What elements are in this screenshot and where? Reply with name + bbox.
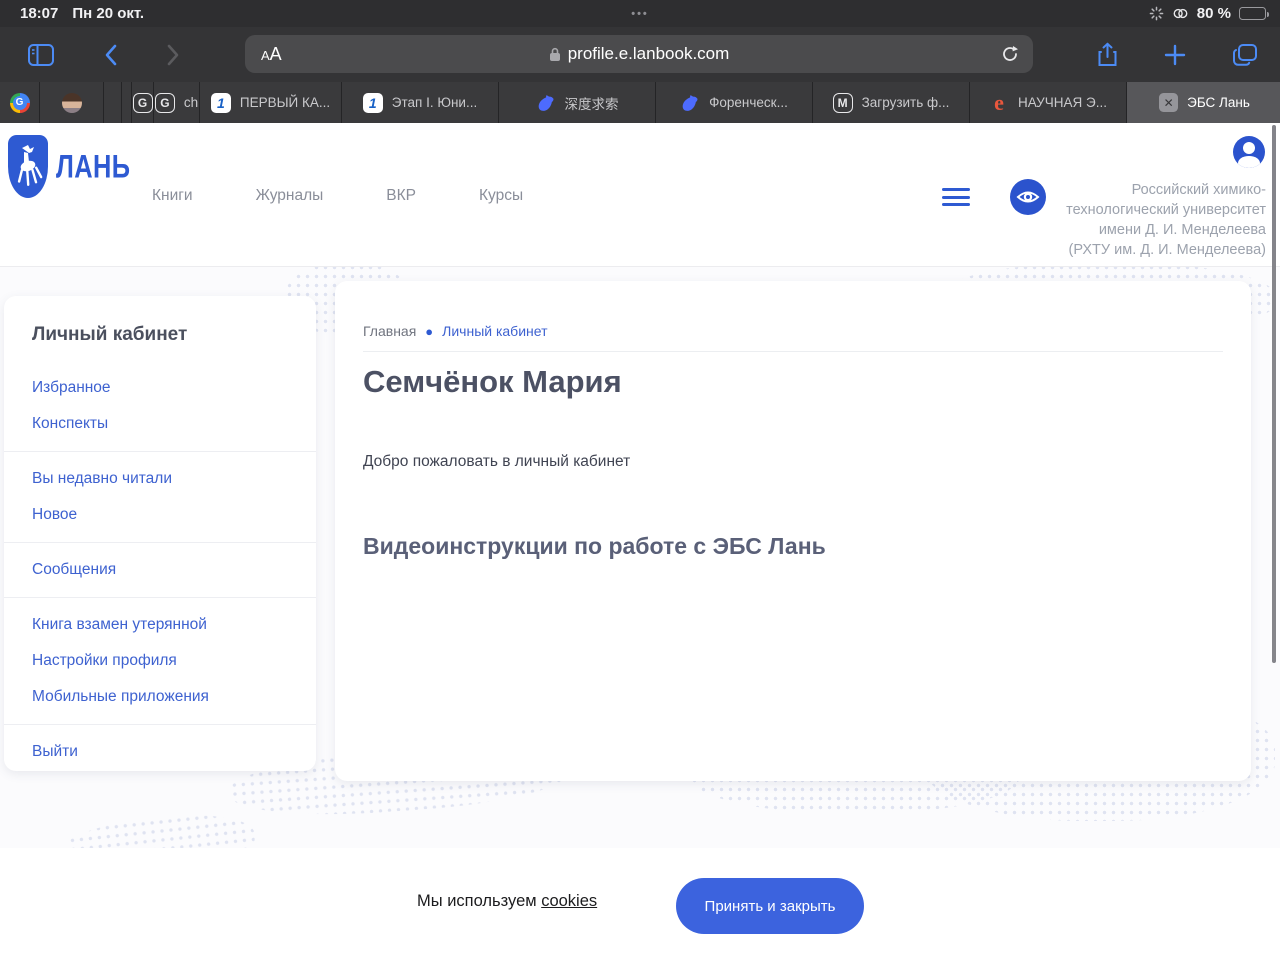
sidebar-item-favorites[interactable]: Избранное: [4, 370, 316, 406]
battery-percent: 80 %: [1196, 5, 1231, 22]
tab-ebs-lan-active[interactable]: ✕ ЭБС Лань: [1127, 82, 1280, 123]
forward-button[interactable]: [156, 38, 190, 72]
sidebar-toggle-icon[interactable]: [24, 38, 58, 72]
toolbar-right: [1097, 42, 1258, 68]
sidebar-item-mobile-apps[interactable]: Мобильные приложения: [4, 679, 316, 715]
deer-shield-icon: [8, 135, 48, 198]
page-scrollbar[interactable]: [1272, 125, 1276, 663]
m-app-favicon-icon: M: [832, 92, 853, 113]
nav-journals[interactable]: Журналы: [256, 187, 324, 205]
web-page: ЛАНЬ Книги Журналы ВКР Курсы Российский …: [0, 123, 1280, 960]
tab-deepseek[interactable]: 深度求索: [499, 82, 656, 123]
lock-icon: [549, 47, 561, 62]
nav-courses[interactable]: Курсы: [479, 187, 523, 205]
whale-favicon-icon: [680, 93, 700, 113]
tab-chat[interactable]: G ch: [154, 82, 200, 123]
nav-vkr[interactable]: ВКР: [386, 187, 416, 205]
accessibility-eye-button[interactable]: [1010, 179, 1046, 215]
breadcrumb-current[interactable]: Личный кабинет: [442, 323, 547, 339]
new-tab-plus-icon[interactable]: [1164, 44, 1186, 66]
divider: [4, 451, 316, 452]
divider: [4, 724, 316, 725]
divider: [4, 597, 316, 598]
accept-cookies-button[interactable]: Принять и закрыть: [676, 878, 864, 934]
welcome-text: Добро пожаловать в личный кабинет: [363, 453, 631, 470]
elibrary-favicon-icon: e: [994, 89, 1004, 115]
ipad-screen: 18:07 Пн 20 окт. ••• 80 % А А profile.e.…: [0, 0, 1280, 960]
sidebar-item-recently-read[interactable]: Вы недавно читали: [4, 461, 316, 497]
sidebar-item-notes[interactable]: Конспекты: [4, 406, 316, 442]
sidebar-item-messages[interactable]: Сообщения: [4, 552, 316, 588]
sidebar-title: Личный кабинет: [32, 324, 188, 345]
logo-wordmark: ЛАНЬ: [56, 147, 131, 185]
nav-books[interactable]: Книги: [152, 187, 193, 205]
cookie-text: Мы используем cookies: [417, 892, 598, 910]
tab-collapsed-1[interactable]: [104, 82, 122, 123]
account-sidebar: Личный кабинет Избранное Конспекты Вы не…: [4, 296, 316, 771]
tab-forensic[interactable]: Форенческ...: [656, 82, 813, 123]
sidebar-item-logout[interactable]: Выйти: [4, 734, 316, 770]
share-icon[interactable]: [1097, 42, 1118, 68]
breadcrumb-home[interactable]: Главная: [363, 323, 416, 339]
site-header: ЛАНЬ Книги Журналы ВКР Курсы Российский …: [0, 123, 1280, 267]
battery-icon: [1239, 7, 1269, 20]
divider: [4, 542, 316, 543]
tab-etap-yuni[interactable]: 1 Этап I. Юни...: [342, 82, 499, 123]
tab-collapsed-3[interactable]: G: [132, 82, 154, 123]
university-name: Российский химико-технологический универ…: [1066, 182, 1266, 258]
breadcrumb-separator: ●: [425, 323, 434, 339]
person-photo-favicon-icon: [61, 92, 82, 113]
lan-logo[interactable]: ЛАНЬ: [8, 135, 147, 198]
cookies-link[interactable]: cookies: [541, 892, 597, 910]
address-bar[interactable]: АА profile.e.lanbook.com: [245, 35, 1033, 73]
video-instructions-heading: Видеоинструкции по работе с ЭБС Лань: [363, 533, 826, 559]
g-app-favicon-icon: G: [132, 92, 153, 113]
network-activity-icon: [1149, 6, 1164, 21]
breadcrumb: Главная ● Личный кабинет: [363, 323, 1223, 339]
site-nav: Книги Журналы ВКР Курсы: [152, 187, 523, 205]
hamburger-menu-icon[interactable]: [942, 188, 970, 206]
url-text: profile.e.lanbook.com: [567, 44, 730, 63]
divider: [363, 351, 1223, 352]
back-button[interactable]: [94, 38, 128, 72]
tab-bar: G G G ch 1 ПЕРВЫЙ КА... 1 Этап I. Юни...…: [0, 82, 1280, 123]
cookie-banner: Мы используем cookies Принять и закрыть: [0, 848, 1280, 960]
personal-hotspot-icon: [1172, 7, 1189, 20]
google-favicon-icon: G: [9, 92, 30, 113]
user-avatar-icon[interactable]: [1233, 136, 1265, 168]
page-title: Семчёнок Мария: [363, 364, 622, 399]
safari-toolbar: АА profile.e.lanbook.com: [0, 27, 1280, 82]
tab-profile-photo[interactable]: [40, 82, 104, 123]
tab-zagruzit[interactable]: M Загрузить ф...: [813, 82, 970, 123]
sidebar-item-new[interactable]: Новое: [4, 497, 316, 533]
tab-elibrary[interactable]: e НАУЧНАЯ Э...: [970, 82, 1127, 123]
tab-pervyi-kanal[interactable]: 1 ПЕРВЫЙ КА...: [200, 82, 342, 123]
channel-one-favicon-icon: 1: [362, 92, 383, 113]
main-panel: Главная ● Личный кабинет Семчёнок Мария …: [335, 281, 1251, 781]
multitasking-indicator[interactable]: •••: [0, 8, 1280, 20]
sidebar-item-profile-settings[interactable]: Настройки профиля: [4, 643, 316, 679]
tab-google[interactable]: G: [0, 82, 40, 123]
whale-favicon-icon: [536, 93, 556, 113]
channel-one-favicon-icon: 1: [210, 92, 231, 113]
status-bar: 18:07 Пн 20 окт. ••• 80 %: [0, 0, 1280, 27]
close-tab-icon[interactable]: ✕: [1159, 93, 1179, 112]
sidebar-item-lost-book[interactable]: Книга взамен утерянной: [4, 607, 316, 643]
status-right: 80 %: [1149, 5, 1269, 22]
g-app-favicon-icon: G: [154, 92, 175, 113]
tabs-overview-icon[interactable]: [1232, 43, 1258, 67]
reload-icon[interactable]: [1001, 45, 1019, 63]
tab-collapsed-2[interactable]: [122, 82, 132, 123]
